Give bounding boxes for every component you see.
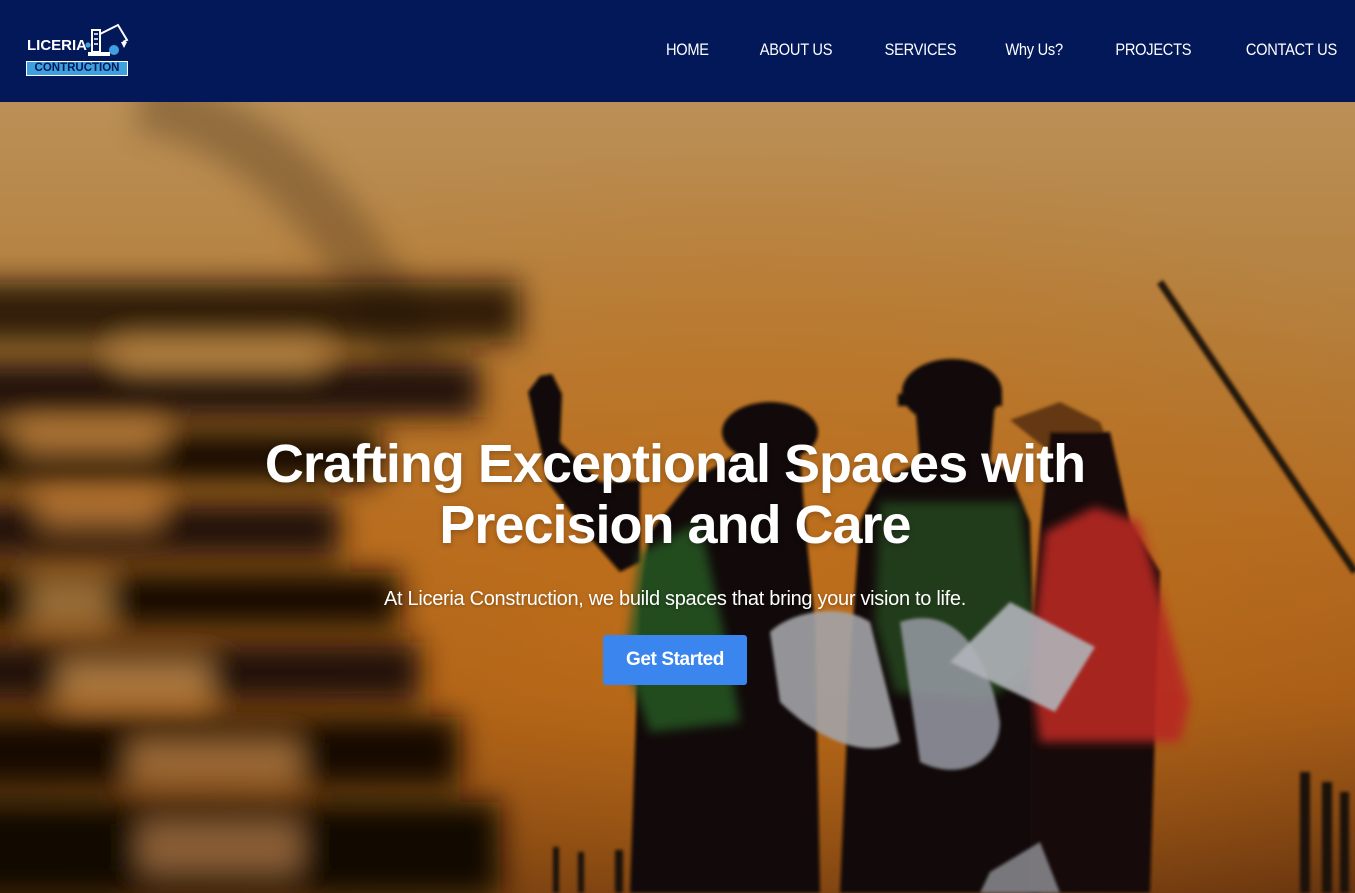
nav-why-us[interactable]: Why Us? xyxy=(1005,38,1063,62)
nav-contact-us[interactable]: CONTACT US xyxy=(1246,38,1337,62)
get-started-button[interactable]: Get Started xyxy=(603,635,747,685)
nav-about-us[interactable]: ABOUT US xyxy=(760,38,833,62)
nav-home[interactable]: HOME xyxy=(666,38,709,62)
nav-projects[interactable]: PROJECTS xyxy=(1115,38,1191,62)
site-header: LICERIA CONTRUCTION HOME ABOUT US SERVIC… xyxy=(0,0,1355,102)
hero-section: Crafting Exceptional Spaces with Precisi… xyxy=(0,102,1355,893)
excavator-icon xyxy=(85,23,129,56)
nav-services[interactable]: SERVICES xyxy=(884,38,956,62)
logo-wordmark: LICERIA xyxy=(27,37,87,54)
main-nav: HOME ABOUT US SERVICES Why Us? PROJECTS … xyxy=(619,38,1338,62)
brand-logo[interactable]: LICERIA CONTRUCTION xyxy=(26,22,130,78)
hero-subtitle: At Liceria Construction, we build spaces… xyxy=(383,588,967,610)
logo-subtitle: CONTRUCTION xyxy=(26,61,128,76)
hero-title: Crafting Exceptional Spaces with Precisi… xyxy=(264,434,1086,555)
